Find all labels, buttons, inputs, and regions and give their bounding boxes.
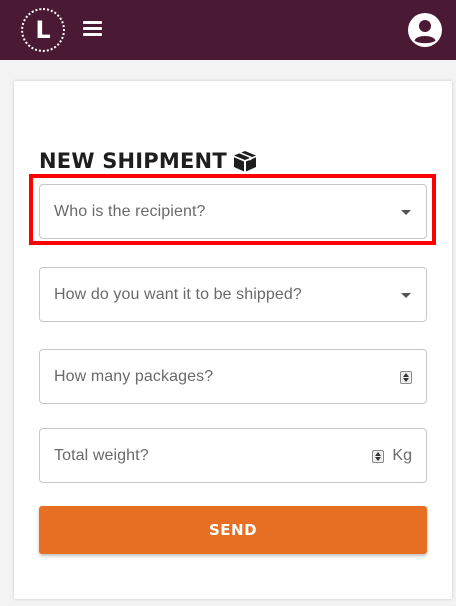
recipient-select[interactable]: Who is the recipient? [39, 184, 427, 239]
packages-placeholder: How many packages? [54, 367, 214, 385]
weight-placeholder: Total weight? [54, 446, 149, 464]
weight-unit: Kg [392, 446, 412, 464]
logo-letter: L [35, 16, 51, 44]
shipping-method-select[interactable]: How do you want it to be shipped? [39, 267, 427, 322]
chevron-down-icon [401, 292, 411, 298]
page: L NEW SHIPMENT Who is the recipient? How… [0, 0, 456, 606]
form-title: NEW SHIPMENT [39, 149, 257, 173]
hamburger-menu-icon[interactable] [83, 21, 102, 36]
user-account-icon[interactable] [408, 13, 442, 47]
weight-stepper-icon[interactable] [372, 450, 384, 463]
send-button[interactable]: SEND [39, 506, 427, 554]
chevron-down-icon [401, 209, 411, 215]
packages-stepper-icon[interactable] [400, 371, 412, 384]
top-app-bar: L [0, 0, 456, 60]
package-box-icon [233, 151, 256, 172]
form-title-text: NEW SHIPMENT [39, 149, 227, 173]
packages-number-input[interactable]: How many packages? [39, 349, 427, 404]
recipient-placeholder: Who is the recipient? [54, 202, 206, 220]
weight-number-input[interactable]: Total weight? Kg [39, 428, 427, 483]
app-logo[interactable]: L [21, 8, 65, 52]
shipping-method-placeholder: How do you want it to be shipped? [54, 285, 302, 303]
